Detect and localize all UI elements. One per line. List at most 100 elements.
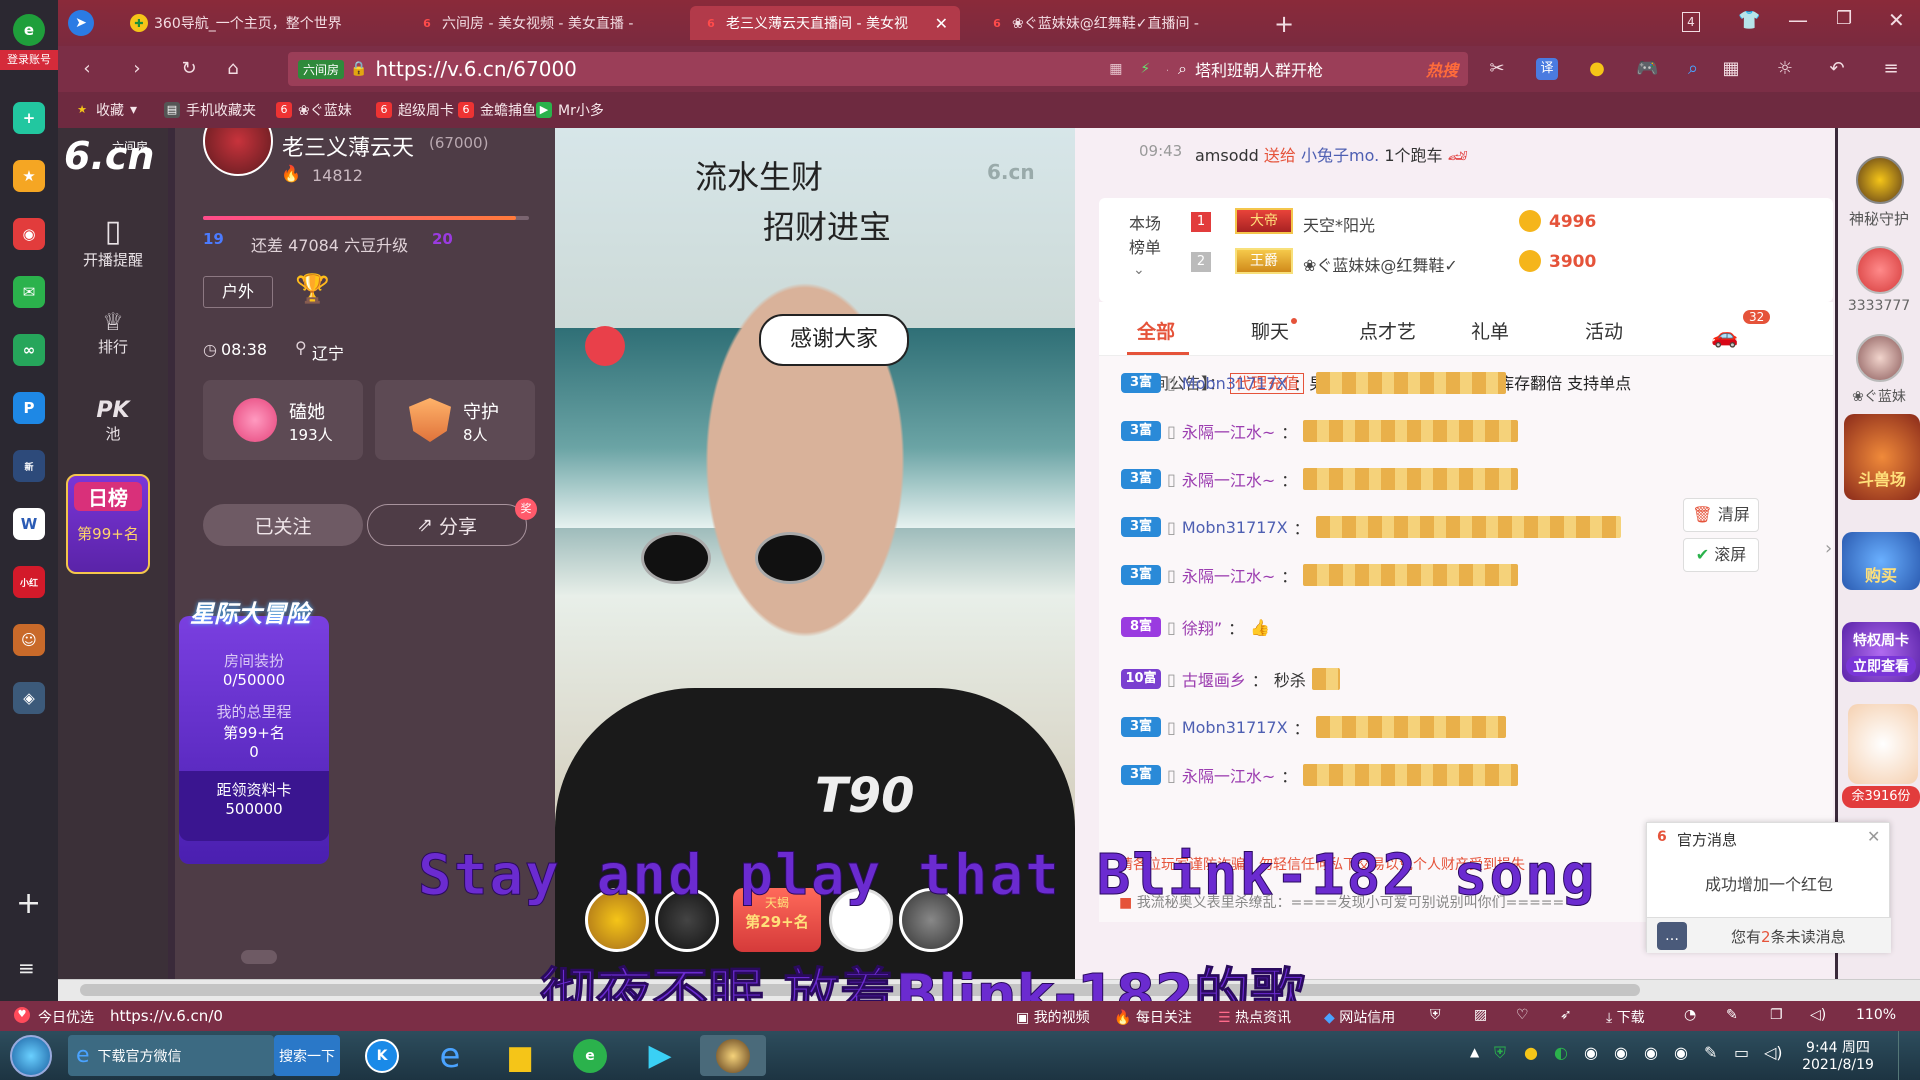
- coin-icon[interactable]: ●: [1586, 58, 1608, 80]
- category-tag[interactable]: 户外: [203, 276, 273, 308]
- star-app-icon[interactable]: ★: [13, 160, 45, 192]
- ie-taskbar-icon[interactable]: e: [420, 1035, 480, 1076]
- close-tab-icon[interactable]: ✕: [935, 14, 948, 33]
- reload-icon[interactable]: ↻: [178, 58, 200, 80]
- tray-network-icon[interactable]: ▭: [1734, 1043, 1749, 1062]
- k-app-icon[interactable]: K: [352, 1035, 412, 1076]
- adventure-panel[interactable]: 星际大冒险 房间装扮 0/50000 我的总里程 第99+名 0 距领资料卡 5…: [179, 600, 329, 864]
- tab-360[interactable]: ✚ 360导航_一个主页，整个世界: [118, 6, 388, 40]
- my-video[interactable]: ▣ 我的视频: [1016, 1007, 1090, 1027]
- tray-qq3-icon[interactable]: ◉: [1644, 1043, 1658, 1062]
- tray-qq2-icon[interactable]: ◉: [1614, 1043, 1628, 1062]
- add-icon[interactable]: +: [16, 886, 41, 921]
- nav-broadcast-remind[interactable]: ▯ 开播提醒: [58, 214, 168, 270]
- menu-icon[interactable]: ≡: [18, 956, 35, 980]
- buy-ad[interactable]: 购买: [1842, 532, 1920, 590]
- search-box[interactable]: ⌕ 塔利班朝人群开枪 热搜: [1168, 52, 1468, 86]
- tray-qq-icon[interactable]: ◉: [1584, 1043, 1598, 1062]
- folder-icon[interactable]: ▆: [490, 1035, 550, 1076]
- tray-arrow-icon[interactable]: ▲: [1470, 1045, 1479, 1059]
- bookmark-weekly-card[interactable]: 6 超级周卡: [376, 100, 454, 120]
- magnifier-icon[interactable]: ⌕: [1682, 58, 1704, 80]
- link-app-icon[interactable]: ∞: [13, 334, 45, 366]
- share-button[interactable]: ⇗ 分享: [367, 504, 527, 546]
- flash-icon[interactable]: ⚡: [1140, 61, 1150, 77]
- daily-follow[interactable]: 🔥 每日关注: [1114, 1007, 1192, 1027]
- search-button[interactable]: 搜索一下: [274, 1035, 340, 1076]
- guard-card[interactable]: 守护 8人: [375, 380, 535, 460]
- edit-icon[interactable]: ✎: [1726, 1007, 1738, 1023]
- zoom-level[interactable]: 110%: [1856, 1007, 1896, 1023]
- tab-chat[interactable]: 聊天: [1251, 317, 1289, 344]
- lucky-cat-ad[interactable]: [1848, 704, 1918, 784]
- back-icon[interactable]: ‹: [76, 58, 98, 80]
- chevron-down-icon[interactable]: ⌄: [1133, 262, 1145, 278]
- tab-current-room[interactable]: 6 老三义薄云天直播间 - 美女视 ✕: [690, 6, 960, 40]
- scissors-icon[interactable]: ✂: [1486, 58, 1508, 80]
- taskbar-ie-window[interactable]: e 下载官方微信: [68, 1035, 274, 1076]
- sun-icon[interactable]: ☼: [1774, 58, 1796, 80]
- nav-pk-pool[interactable]: PK 池: [58, 398, 168, 444]
- translate-icon[interactable]: 译: [1536, 58, 1558, 80]
- player-icon[interactable]: ▶: [630, 1035, 690, 1076]
- address-bar[interactable]: 六间房 🔒 https://v.6.cn/67000 ▦ ⚡ ⌄: [288, 52, 1186, 86]
- fans-card[interactable]: 磕她 193人: [203, 380, 363, 460]
- 360-logo-icon[interactable]: e: [13, 14, 45, 46]
- gamepad-icon[interactable]: 🎮: [1636, 58, 1658, 80]
- gift-target[interactable]: 小兔子mo.: [1301, 146, 1379, 165]
- tray-app-icon[interactable]: ●: [1524, 1043, 1538, 1062]
- guard-avatar[interactable]: [1856, 246, 1904, 294]
- arena-ad[interactable]: 斗兽场: [1844, 414, 1920, 500]
- car-icon[interactable]: 🚗: [1711, 324, 1738, 349]
- gift-sender[interactable]: amsodd: [1195, 146, 1259, 165]
- news-app-icon[interactable]: 新: [13, 450, 45, 482]
- guard-avatar[interactable]: [1856, 156, 1904, 204]
- tray-pen-icon[interactable]: ✎: [1704, 1043, 1717, 1062]
- start-button[interactable]: [10, 1035, 52, 1077]
- qr-icon[interactable]: ▦: [1109, 61, 1122, 77]
- weibo-icon[interactable]: ◉: [13, 218, 45, 250]
- show-desktop-button[interactable]: [1898, 1031, 1920, 1080]
- hot-search-label[interactable]: 热搜: [1426, 57, 1458, 81]
- nav-rank[interactable]: ♕ 排行: [58, 308, 168, 357]
- carousel-dots[interactable]: [241, 950, 277, 964]
- sound-icon[interactable]: ◔: [1684, 1007, 1696, 1023]
- daily-rank-badge[interactable]: 日榜 第99+名: [66, 474, 150, 574]
- menu-icon[interactable]: ≡: [1880, 58, 1902, 80]
- forward-icon[interactable]: ›: [126, 58, 148, 80]
- restore-icon[interactable]: ❐: [1836, 8, 1852, 29]
- hot-news[interactable]: ☰ 热点资讯: [1218, 1007, 1291, 1027]
- bookmark-fishing[interactable]: 6 金蟾捕鱼: [458, 100, 536, 120]
- taskbar-time[interactable]: 9:44 周四: [1800, 1037, 1876, 1057]
- tray-volume-icon[interactable]: ◁): [1764, 1043, 1783, 1062]
- image-icon[interactable]: ▨: [1474, 1007, 1487, 1023]
- game-app-icon[interactable]: ☺: [13, 624, 45, 656]
- 360-browser-icon[interactable]: e: [560, 1035, 620, 1076]
- board-name[interactable]: 天空*阳光: [1303, 212, 1375, 236]
- tab-activity[interactable]: 活动: [1585, 317, 1623, 344]
- chat-username[interactable]: 古堰画乡: [1182, 667, 1246, 691]
- new-tab-icon[interactable]: +: [1274, 10, 1294, 38]
- tab-counter[interactable]: 4: [1682, 12, 1700, 32]
- chat-username[interactable]: 永隔一江水~: [1182, 467, 1275, 491]
- security-icon[interactable]: ⛨: [1430, 1007, 1441, 1023]
- close-icon[interactable]: ✕: [1867, 827, 1880, 846]
- unread-bar[interactable]: … 您有2条未读消息: [1647, 917, 1891, 953]
- taskbar-date[interactable]: 2021/8/19: [1800, 1057, 1876, 1073]
- weekly-card-button[interactable]: 立即查看: [1846, 656, 1916, 676]
- navigation-icon[interactable]: ➤: [68, 10, 94, 36]
- tray-360-icon[interactable]: ◐: [1554, 1043, 1568, 1062]
- collapse-arrow-icon[interactable]: ›: [1825, 538, 1832, 559]
- follow-button[interactable]: 已关注: [203, 504, 363, 546]
- game2-app-icon[interactable]: ◈: [13, 682, 45, 714]
- live-app-icon[interactable]: [700, 1035, 766, 1076]
- tray-qq4-icon[interactable]: ◉: [1674, 1043, 1688, 1062]
- chat-username[interactable]: Mobn31717X: [1182, 718, 1288, 737]
- login-button[interactable]: 登录账号: [0, 50, 58, 70]
- close-window-icon[interactable]: ✕: [1888, 8, 1905, 32]
- chat-username[interactable]: 永隔一江水~: [1182, 763, 1275, 787]
- bookmark-favorites[interactable]: ★ 收藏 ▾: [74, 100, 137, 120]
- tray-shield-icon[interactable]: ⛨: [1494, 1043, 1506, 1063]
- today-picks[interactable]: 今日优选: [38, 1007, 94, 1027]
- bookmark-mobile[interactable]: ▤ 手机收藏夹: [164, 100, 256, 120]
